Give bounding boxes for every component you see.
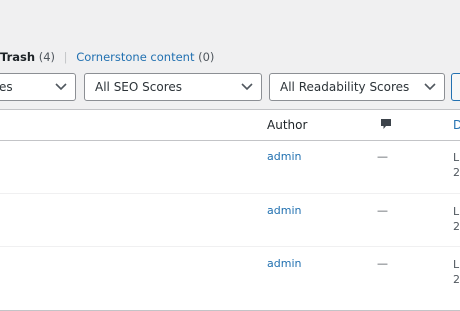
view-separator: |: [63, 50, 68, 64]
author-link[interactable]: admin: [267, 204, 301, 217]
table-header: Author D: [0, 110, 460, 141]
date-status: L: [453, 258, 460, 271]
date-value: 2: [453, 273, 460, 286]
date-cell: L2: [453, 257, 460, 287]
date-cell: L2: [453, 150, 460, 180]
table-row: admin — L2: [0, 140, 460, 192]
filter-select-readability-scores[interactable]: All Readability Scores: [269, 73, 445, 101]
comment-count: —: [377, 150, 388, 163]
date-value: 2: [453, 220, 460, 233]
view-cornerstone-link[interactable]: Cornerstone content: [76, 50, 194, 64]
date-value: 2: [453, 166, 460, 179]
comment-bubble-icon[interactable]: [380, 118, 392, 130]
filter-select-categories[interactable]: es: [0, 73, 76, 101]
filter-select-seo-value: All SEO Scores: [95, 80, 183, 94]
column-date-header[interactable]: D: [453, 118, 460, 132]
chevron-down-icon: [424, 83, 436, 91]
chevron-down-icon: [55, 83, 67, 91]
author-link[interactable]: admin: [267, 150, 301, 163]
date-cell: L2: [453, 204, 460, 234]
date-status: L: [453, 151, 460, 164]
table-row: admin — L2: [0, 193, 460, 246]
filter-select-seo-scores[interactable]: All SEO Scores: [84, 73, 262, 101]
author-link[interactable]: admin: [267, 257, 301, 270]
date-status: L: [453, 205, 460, 218]
chevron-down-icon: [241, 83, 253, 91]
comment-count: —: [377, 204, 388, 217]
filter-select-categories-value: es: [0, 80, 13, 94]
view-trash-count: (4): [38, 50, 55, 64]
column-author-header[interactable]: Author: [267, 118, 307, 132]
comment-count: —: [377, 257, 388, 270]
filter-button[interactable]: [451, 73, 460, 101]
view-trash-link[interactable]: Trash: [0, 50, 35, 64]
post-status-views: Trash (4) | Cornerstone content (0): [0, 50, 214, 64]
posts-table: Author D admin — L2 admin — L2 admin — L…: [0, 109, 460, 311]
table-row: admin — L2: [0, 246, 460, 311]
view-cornerstone-count: (0): [198, 50, 215, 64]
filter-select-readability-value: All Readability Scores: [280, 80, 410, 94]
